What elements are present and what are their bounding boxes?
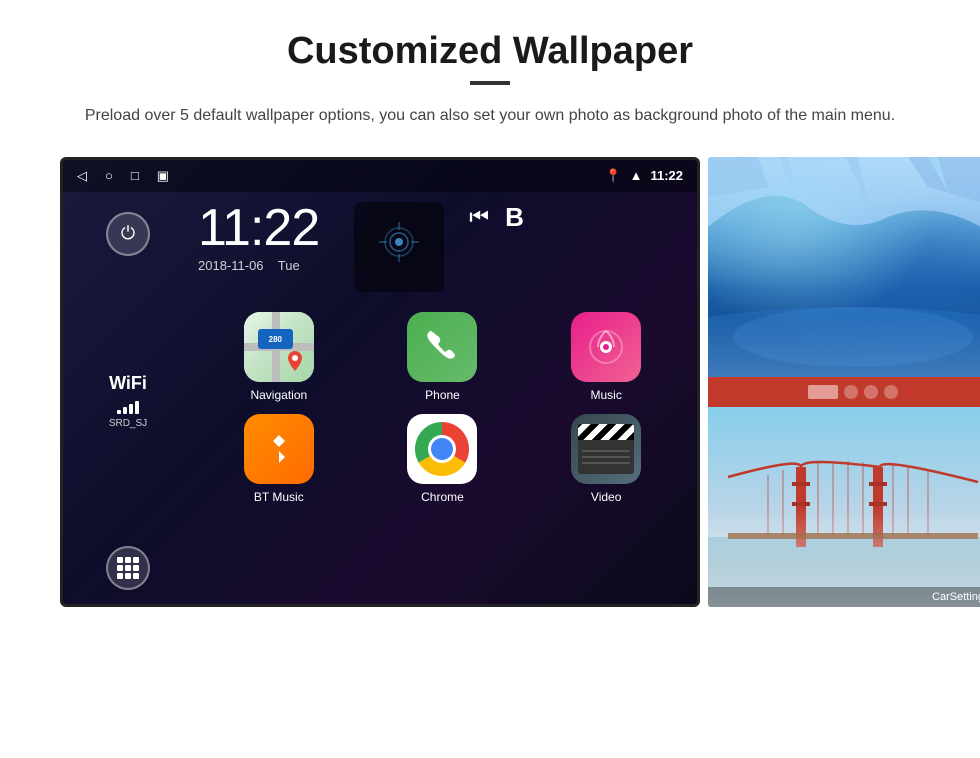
location-icon: 📍 bbox=[605, 168, 621, 184]
carsetting-footer: CarSetting bbox=[708, 587, 980, 607]
clapper-line bbox=[582, 456, 630, 458]
main-area: ⏻ WiFi SRD_SJ bbox=[63, 192, 697, 607]
clapper-line bbox=[582, 462, 630, 464]
android-device: ◁ ○ □ ▣ 📍 ▲ 11:22 ⏻ bbox=[60, 157, 700, 607]
chrome-circle bbox=[415, 422, 469, 476]
app-item-btmusic[interactable]: BT Music bbox=[203, 414, 355, 504]
power-button[interactable]: ⏻ bbox=[106, 212, 150, 256]
bridge-scene-bg: CarSetting bbox=[708, 407, 980, 607]
clock-date: 2018-11-06 Tue bbox=[198, 258, 319, 273]
video-label: Video bbox=[591, 490, 621, 504]
wallpaper-ice-cave[interactable] bbox=[708, 157, 980, 377]
chrome-label: Chrome bbox=[421, 490, 464, 504]
wifi-bars bbox=[117, 398, 139, 414]
app-item-navigation[interactable]: 280 Navigation bbox=[203, 312, 355, 402]
clapperboard bbox=[578, 424, 634, 474]
wifi-bar-4 bbox=[135, 401, 139, 414]
apps-grid: 280 Navigation bbox=[198, 312, 687, 504]
ice-cave-bg bbox=[708, 157, 980, 377]
wifi-widget: WiFi SRD_SJ bbox=[109, 373, 147, 429]
app-item-chrome[interactable]: Chrome bbox=[367, 414, 519, 504]
grid-dot bbox=[117, 557, 123, 563]
clapper-body bbox=[578, 440, 634, 474]
grid-icon bbox=[117, 557, 139, 579]
status-left: ◁ ○ □ ▣ bbox=[77, 168, 169, 184]
status-time: 11:22 bbox=[650, 168, 683, 183]
music-label: Music bbox=[590, 388, 621, 402]
thumb-option-3 bbox=[884, 385, 898, 399]
signal-icon: ▲ bbox=[630, 168, 643, 183]
chrome-icon bbox=[407, 414, 477, 484]
navigation-icon: 280 bbox=[244, 312, 314, 382]
left-sidebar: ⏻ WiFi SRD_SJ bbox=[63, 192, 193, 607]
app-item-music[interactable]: Music bbox=[530, 312, 682, 402]
clock-time: 11:22 bbox=[198, 202, 319, 254]
wifi-bar-2 bbox=[123, 407, 127, 414]
app-item-phone[interactable]: Phone bbox=[367, 312, 519, 402]
all-apps-button[interactable] bbox=[106, 546, 150, 590]
page-description: Preload over 5 default wallpaper options… bbox=[85, 103, 895, 129]
thumb-selected bbox=[808, 385, 838, 399]
wifi-ssid: SRD_SJ bbox=[109, 418, 147, 429]
back-arrow-icon: ◁ bbox=[77, 168, 87, 184]
grid-dot bbox=[133, 565, 139, 571]
grid-dot bbox=[125, 557, 131, 563]
power-icon: ⏻ bbox=[121, 223, 135, 244]
video-icon bbox=[571, 414, 641, 484]
skip-back-icon[interactable]: ⏮ bbox=[469, 204, 489, 230]
app-item-video[interactable]: Video bbox=[530, 414, 682, 504]
navigation-label: Navigation bbox=[250, 388, 307, 402]
phone-icon bbox=[407, 312, 477, 382]
btmusic-label: BT Music bbox=[254, 490, 304, 504]
ice-reflection bbox=[708, 317, 980, 377]
grid-dot bbox=[117, 573, 123, 579]
wifi-label: WiFi bbox=[109, 373, 147, 394]
grid-dot bbox=[117, 565, 123, 571]
wallpaper-thumb-bar bbox=[708, 377, 980, 407]
media-widget bbox=[354, 202, 444, 292]
thumb-option-1 bbox=[844, 385, 858, 399]
home-circle-icon: ○ bbox=[105, 168, 113, 183]
wallpaper-golden-gate[interactable]: CarSetting bbox=[708, 407, 980, 607]
page-wrapper: Customized Wallpaper Preload over 5 defa… bbox=[0, 0, 980, 627]
page-title: Customized Wallpaper bbox=[287, 30, 693, 73]
clapper-line bbox=[582, 450, 630, 452]
status-bar: ◁ ○ □ ▣ 📍 ▲ 11:22 bbox=[63, 160, 697, 192]
status-right: 📍 ▲ 11:22 bbox=[605, 168, 683, 184]
music-icon bbox=[571, 312, 641, 382]
media-signal-icon bbox=[379, 222, 419, 271]
clock-block: 11:22 2018-11-06 Tue bbox=[198, 202, 319, 273]
media-controls: ⏮ B bbox=[469, 202, 524, 233]
screenshot-icon: ▣ bbox=[157, 168, 169, 184]
grid-dot bbox=[133, 557, 139, 563]
wifi-bar-3 bbox=[129, 404, 133, 414]
bluetooth-b-icon: B bbox=[505, 202, 524, 233]
chrome-inner bbox=[428, 435, 456, 463]
clapper-stripes bbox=[578, 424, 634, 440]
wifi-bar-1 bbox=[117, 410, 121, 414]
square-icon: □ bbox=[131, 168, 139, 183]
wallpaper-panel: CarSetting bbox=[708, 157, 980, 607]
btmusic-icon bbox=[244, 414, 314, 484]
carsetting-label: CarSetting bbox=[932, 591, 980, 603]
center-area: 11:22 2018-11-06 Tue bbox=[193, 192, 697, 607]
screen-container: ◁ ○ □ ▣ 📍 ▲ 11:22 ⏻ bbox=[60, 157, 920, 607]
title-divider bbox=[470, 81, 510, 85]
grid-dot bbox=[125, 565, 131, 571]
grid-dot bbox=[125, 573, 131, 579]
grid-dot bbox=[133, 573, 139, 579]
phone-label: Phone bbox=[425, 388, 460, 402]
thumb-option-2 bbox=[864, 385, 878, 399]
clock-row: 11:22 2018-11-06 Tue bbox=[198, 202, 687, 292]
